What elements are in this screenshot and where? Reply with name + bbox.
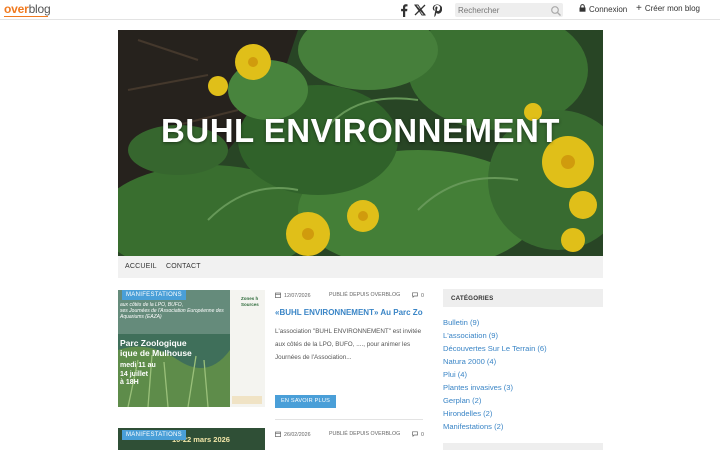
nav-item-accueil[interactable]: ACCUEIL [125, 263, 157, 270]
poster-side-title: Zones h Sources [241, 296, 259, 307]
poster-dates: medi 11 au 14 juillet à 18H [120, 362, 156, 388]
comment-count: 0 [421, 432, 424, 438]
poster-headline: Parc Zoologique ique de Mulhouse [120, 338, 192, 358]
category-badge[interactable]: MANIFESTATIONS [122, 430, 186, 440]
category-badge[interactable]: MANIFESTATIONS [122, 290, 186, 300]
poster-headline-line: Parc Zoologique [120, 338, 187, 348]
post-comments[interactable]: 0 [412, 431, 424, 439]
category-link[interactable]: Découvertes Sur Le Terrain (6) [443, 344, 547, 357]
post-source: PUBLIÉ DEPUIS OVERBLOG [329, 292, 401, 298]
post-date: 26/02/2026 [275, 431, 311, 439]
poster-text-lines: aux côtés de la LPO, BUFO, ses Journées … [120, 302, 224, 320]
poster-side-line: Sources [241, 301, 259, 307]
read-more-button[interactable]: EN SAVOIR PLUS [275, 395, 336, 408]
plus-icon: + [636, 2, 642, 14]
blog-title[interactable]: BUHL ENVIRONNEMENT [118, 112, 603, 150]
main-nav: ACCUEIL CONTACT [118, 256, 603, 278]
lock-icon [579, 4, 586, 14]
facebook-icon[interactable] [398, 2, 410, 18]
post-date-text: 26/02/2026 [284, 432, 311, 438]
category-link[interactable]: L'association (9) [443, 331, 547, 344]
post-source: PUBLIÉ DEPUIS OVERBLOG [329, 431, 401, 437]
x-twitter-icon[interactable] [413, 2, 427, 18]
category-link[interactable]: Bulletin (9) [443, 318, 547, 331]
nav-item-contact[interactable]: CONTACT [166, 263, 201, 270]
categories-list: Bulletin (9) L'association (9) Découvert… [443, 318, 547, 435]
comment-icon [412, 431, 418, 439]
post-thumbnail[interactable]: aux côtés de la LPO, BUFO, ses Journées … [118, 290, 265, 407]
comment-count: 0 [421, 293, 424, 299]
top-bar: overblog Connexion + Créer mon blog [0, 0, 720, 20]
overblog-logo[interactable]: overblog [4, 2, 51, 16]
create-blog-link[interactable]: + Créer mon blog [636, 2, 700, 14]
post-date-text: 12/07/2026 [284, 293, 311, 299]
login-label: Connexion [589, 4, 628, 14]
post-date: 12/07/2026 [275, 292, 311, 300]
poster-date-line: 14 juillet [120, 370, 149, 378]
poster-date-line: medi 11 au [120, 362, 156, 369]
create-blog-label: Créer mon blog [644, 4, 700, 13]
post-comments[interactable]: 0 [412, 292, 424, 300]
logo-text-part1: over [4, 2, 29, 16]
poster-line: Aquariums (EAZA) [120, 314, 162, 320]
post-title[interactable]: «BUHL ENVIRONNEMENT» Au Parc Zoolo... [275, 308, 423, 317]
comment-icon [412, 292, 418, 300]
next-sidebar-widget [443, 443, 603, 450]
category-link[interactable]: Plui (4) [443, 370, 547, 383]
poster-side-line: Zones h [241, 296, 259, 301]
post-excerpt: L'association "BUHL ENVIRONNEMENT" est i… [275, 328, 422, 361]
post-divider [275, 419, 423, 420]
category-link[interactable]: Hirondelles (2) [443, 409, 547, 422]
login-link[interactable]: Connexion [579, 4, 627, 14]
category-link[interactable]: Natura 2000 (4) [443, 357, 547, 370]
calendar-icon [275, 292, 281, 300]
search-input[interactable] [455, 3, 563, 17]
pinterest-icon[interactable] [431, 2, 443, 18]
calendar-icon [275, 431, 281, 439]
category-link[interactable]: Plantes invasives (3) [443, 383, 547, 396]
poster-date-line: à 18H [120, 379, 139, 386]
logo-underline [4, 16, 48, 17]
logo-text-part2: blog [28, 2, 51, 16]
category-link[interactable]: Gerplan (2) [443, 396, 547, 409]
header-banner-image: BUHL ENVIRONNEMENT [118, 30, 603, 256]
category-link[interactable]: Manifestations (2) [443, 422, 547, 435]
categories-heading: CATÉGORIES [443, 289, 603, 307]
search-icon[interactable] [550, 4, 562, 16]
poster-headline-line: ique de Mulhouse [120, 348, 192, 358]
